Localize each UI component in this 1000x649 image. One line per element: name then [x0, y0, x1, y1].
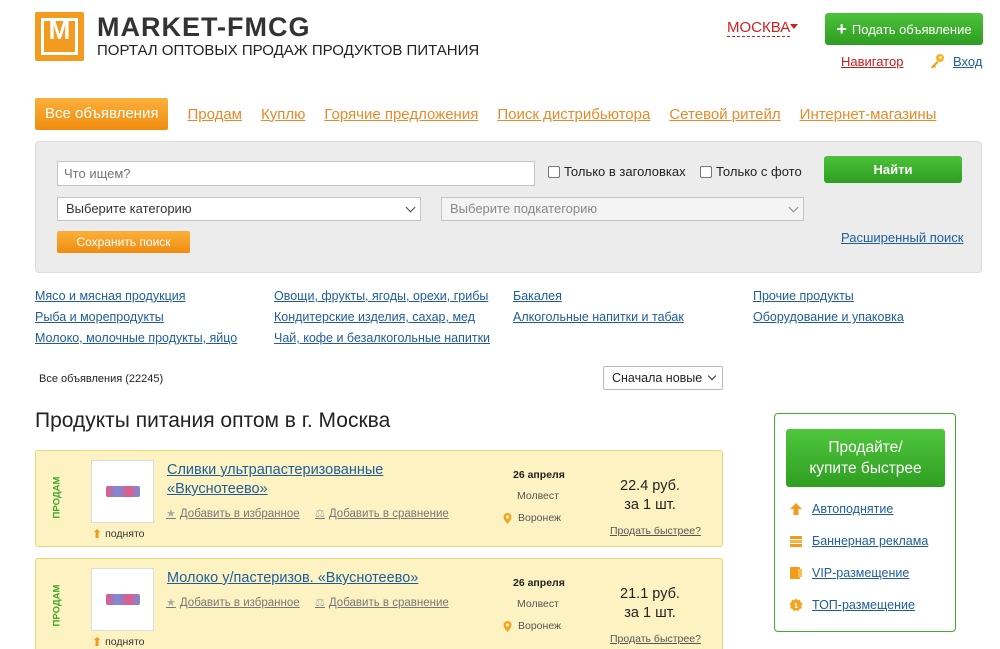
- chevron-down-icon: [788, 202, 799, 213]
- service-banner[interactable]: Баннерная реклама: [789, 534, 928, 548]
- sell-faster-link[interactable]: Продать быстрее?: [610, 633, 701, 645]
- checkbox-box[interactable]: [700, 165, 712, 178]
- location-pin-icon: [503, 620, 512, 632]
- advanced-search-link[interactable]: Расширенный поиск: [841, 230, 963, 245]
- banner-icon: [790, 536, 802, 547]
- chevron-down-icon: [707, 371, 717, 381]
- chevron-down-icon: [405, 202, 416, 213]
- listing-company: Молвест: [517, 490, 559, 502]
- category-link[interactable]: Бакалея: [513, 289, 562, 303]
- listing-thumbnail[interactable]: [91, 568, 154, 631]
- listing-price: 21.1 руб. за 1 шт.: [620, 586, 680, 621]
- nav-retail-chains[interactable]: Сетевой ритейл: [669, 106, 780, 123]
- listings-count: Все объявления (22245): [39, 373, 164, 385]
- subcategory-select-value: Выберите подкатегорию: [450, 201, 598, 216]
- nav-all-ads[interactable]: Все объявления: [35, 98, 169, 130]
- add-favorite-link[interactable]: ★ Добавить в избранное: [166, 596, 300, 610]
- city-selector[interactable]: МОСКВА: [727, 19, 791, 37]
- raised-badge: ⬆ поднято: [92, 527, 145, 541]
- category-link[interactable]: Чай, кофе и безалкогольные напитки: [274, 331, 490, 345]
- listing-city: Воронеж: [503, 620, 561, 632]
- listing-type-tag: ПРОДАМ: [51, 476, 63, 519]
- arrow-up-icon: [790, 503, 802, 515]
- top-icon: 1: [789, 598, 803, 612]
- service-top[interactable]: 1 ТОП-размещение: [789, 598, 915, 612]
- category-link[interactable]: Овощи, фрукты, ягоды, орехи, грибы: [274, 289, 488, 303]
- location-pin-icon: [503, 512, 512, 524]
- subcategory-select[interactable]: Выберите подкатегорию: [441, 197, 804, 221]
- listing-card: ПРОДАМ ⬆ поднято Сливки ультрапастеризов…: [35, 450, 723, 547]
- navigator-link[interactable]: Навигатор: [841, 54, 903, 69]
- key-icon: [931, 54, 944, 69]
- find-button[interactable]: Найти: [824, 156, 962, 183]
- listing-company: Молвест: [517, 598, 559, 610]
- service-vip[interactable]: VIP-размещение: [789, 566, 909, 580]
- raised-badge: ⬆ поднято: [92, 635, 145, 649]
- search-panel: Только в заголовках Только с фото Найти …: [35, 141, 982, 273]
- listing-date: 26 апреля: [513, 469, 565, 481]
- scales-icon: ⚖: [315, 508, 325, 520]
- category-link[interactable]: Прочие продукты: [753, 289, 854, 303]
- category-select[interactable]: Выберите категорию: [57, 197, 421, 221]
- site-tagline: ПОРТАЛ ОПТОВЫХ ПРОДАЖ ПРОДУКТОВ ПИТАНИЯ: [97, 42, 480, 59]
- login-link[interactable]: Вход: [953, 54, 982, 69]
- star-icon: ★: [166, 597, 176, 609]
- checkbox-box[interactable]: [548, 165, 560, 178]
- category-select-value: Выберите категорию: [66, 201, 192, 216]
- vip-icon: [790, 567, 802, 579]
- add-favorite-link[interactable]: ★ Добавить в избранное: [166, 507, 300, 521]
- svg-text:1: 1: [794, 603, 798, 610]
- plus-icon: +: [836, 19, 847, 39]
- nav-buy[interactable]: Куплю: [261, 106, 305, 123]
- only-photo-label: Только с фото: [716, 164, 802, 179]
- sell-faster-link[interactable]: Продать быстрее?: [610, 525, 701, 537]
- post-ad-label: Подать объявление: [851, 21, 972, 37]
- city-caret-icon[interactable]: [790, 24, 798, 29]
- sort-select-value: Сначала новые: [612, 371, 703, 385]
- sort-select[interactable]: Сначала новые: [603, 366, 723, 390]
- only-titles-checkbox[interactable]: Только в заголовках: [548, 164, 686, 179]
- category-link[interactable]: Алкогольные напитки и табак: [513, 310, 684, 324]
- nav-find-distributor[interactable]: Поиск дистрибьютора: [497, 106, 650, 123]
- only-photo-checkbox[interactable]: Только с фото: [700, 164, 802, 179]
- category-link[interactable]: Оборудование и упаковка: [753, 310, 904, 324]
- listing-card: ПРОДАМ ⬆ поднято Молоко у/пастеризов. «В…: [35, 558, 723, 649]
- only-titles-label: Только в заголовках: [564, 164, 686, 179]
- logo[interactable]: M: [35, 12, 84, 61]
- nav-hot-offers[interactable]: Горячие предложения: [324, 106, 478, 123]
- add-compare-link[interactable]: ⚖ Добавить в сравнение: [315, 507, 449, 521]
- listing-price: 22.4 руб. за 1 шт.: [620, 478, 680, 513]
- promo-sidebar: Продайте/ купите быстрее Автоподнятие Ба…: [774, 413, 956, 632]
- save-search-button[interactable]: Сохранить поиск: [57, 231, 190, 253]
- arrow-up-icon: ⬆: [92, 635, 103, 649]
- arrow-up-icon: ⬆: [92, 527, 103, 541]
- listing-date: 26 апреля: [513, 577, 565, 589]
- site-name[interactable]: MARKET-FMCG: [97, 12, 310, 43]
- listing-title[interactable]: Молоко у/пастеризов. «Вкуснотеево»: [167, 569, 467, 588]
- category-link[interactable]: Молоко, молочные продукты, яйцо: [35, 331, 237, 345]
- nav-sell[interactable]: Продам: [187, 106, 242, 123]
- nav-online-shops[interactable]: Интернет-магазины: [800, 106, 937, 123]
- category-link[interactable]: Мясо и мясная продукция: [35, 289, 185, 303]
- post-ad-button[interactable]: + Подать объявление: [825, 13, 983, 45]
- sell-faster-button[interactable]: Продайте/ купите быстрее: [786, 429, 945, 487]
- category-link[interactable]: Рыба и морепродукты: [35, 310, 164, 324]
- listing-thumbnail[interactable]: [91, 460, 154, 523]
- listing-type-tag: ПРОДАМ: [51, 584, 63, 627]
- listing-city: Воронеж: [503, 512, 561, 524]
- category-link[interactable]: Кондитерские изделия, сахар, мед: [274, 310, 475, 324]
- product-image: [106, 594, 140, 605]
- logo-letter: M: [48, 15, 71, 45]
- main-nav: Все объявления Продам Куплю Горячие пред…: [35, 98, 936, 130]
- search-input[interactable]: [57, 161, 535, 186]
- service-autoraise[interactable]: Автоподнятие: [789, 502, 893, 516]
- scales-icon: ⚖: [315, 597, 325, 609]
- star-icon: ★: [166, 508, 176, 520]
- listing-title[interactable]: Сливки ультрапастеризованные «Вкуснотеев…: [167, 461, 427, 499]
- product-image: [106, 486, 140, 497]
- page-title: Продукты питания оптом в г. Москва: [35, 409, 391, 432]
- add-compare-link[interactable]: ⚖ Добавить в сравнение: [315, 596, 449, 610]
